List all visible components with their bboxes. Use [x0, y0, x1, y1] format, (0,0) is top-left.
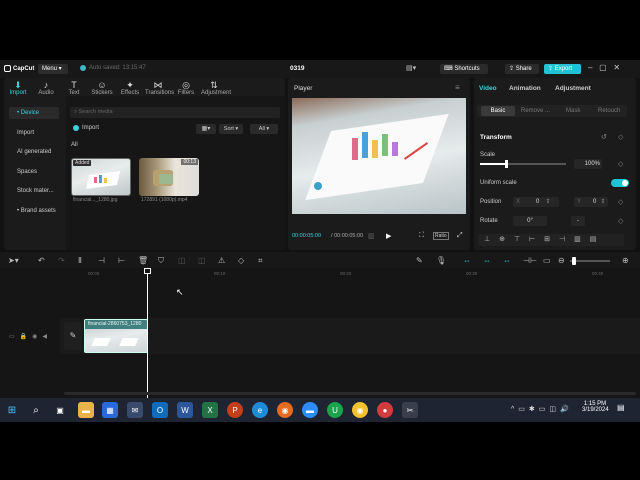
- edge-icon[interactable]: e: [252, 402, 268, 418]
- clip-label: financial-2860753_1280: [85, 320, 147, 329]
- timeline-clip[interactable]: financial-2860753_1280: [84, 319, 148, 353]
- ruler-tick-label: 00:00: [88, 271, 100, 276]
- ruler-tick-label: 00:10: [214, 271, 226, 276]
- outlook-icon[interactable]: O: [152, 402, 168, 418]
- windows-start-icon[interactable]: ⊞: [4, 402, 20, 418]
- ruler-tick-label: 00:30: [466, 271, 478, 276]
- visibility-icon[interactable]: ◉: [32, 334, 42, 340]
- timeline-scrollbar[interactable]: [64, 392, 636, 395]
- powerpoint-icon[interactable]: P: [227, 402, 243, 418]
- recorder-icon[interactable]: ●: [377, 402, 393, 418]
- word-icon[interactable]: W: [177, 402, 193, 418]
- task-view-icon[interactable]: ▣: [52, 402, 68, 418]
- ruler-tick-label: 00:20: [340, 271, 352, 276]
- file-explorer-icon[interactable]: ▬: [78, 402, 94, 418]
- mail-icon[interactable]: ✉: [127, 402, 143, 418]
- cover-icon[interactable]: ▭: [9, 334, 20, 340]
- system-tray[interactable]: ^▭✱▭◫🔊: [511, 405, 573, 413]
- windows-taskbar: ⊞ ⌕ ▣ ▬ ▦ ✉ O W X P e ◉ ▬ U ◉ ● ✂ ^▭✱▭◫🔊…: [0, 398, 640, 422]
- chrome-icon[interactable]: ◉: [352, 402, 368, 418]
- clock[interactable]: 1:15 PM 3/19/2024: [582, 401, 609, 413]
- paper-graphic: [91, 338, 111, 346]
- excel-icon[interactable]: X: [202, 402, 218, 418]
- ruler-tick-label: 00:40: [592, 271, 604, 276]
- zoom-app-icon[interactable]: ▬: [302, 402, 318, 418]
- paper-graphic: [119, 338, 139, 346]
- audio-track-icon[interactable]: ◀: [42, 334, 52, 340]
- notifications-icon[interactable]: ▤: [617, 403, 625, 412]
- playhead[interactable]: [147, 270, 148, 398]
- edit-cover-icon[interactable]: ✎: [64, 322, 82, 350]
- playhead-handle[interactable]: [144, 268, 151, 274]
- store-icon[interactable]: ▦: [102, 402, 118, 418]
- search-icon[interactable]: ⌕: [28, 402, 44, 418]
- upwork-icon[interactable]: U: [327, 402, 343, 418]
- timeline-ruler: 00:00 00:10 00:20 00:30 00:40: [0, 60, 640, 280]
- track-controls: ▭🔒◉◀: [9, 333, 52, 340]
- lock-icon[interactable]: 🔒: [20, 334, 32, 340]
- mouse-cursor-icon: ↖: [176, 287, 184, 297]
- capcut-taskbar-icon[interactable]: ✂: [402, 402, 418, 418]
- firefox-icon[interactable]: ◉: [277, 402, 293, 418]
